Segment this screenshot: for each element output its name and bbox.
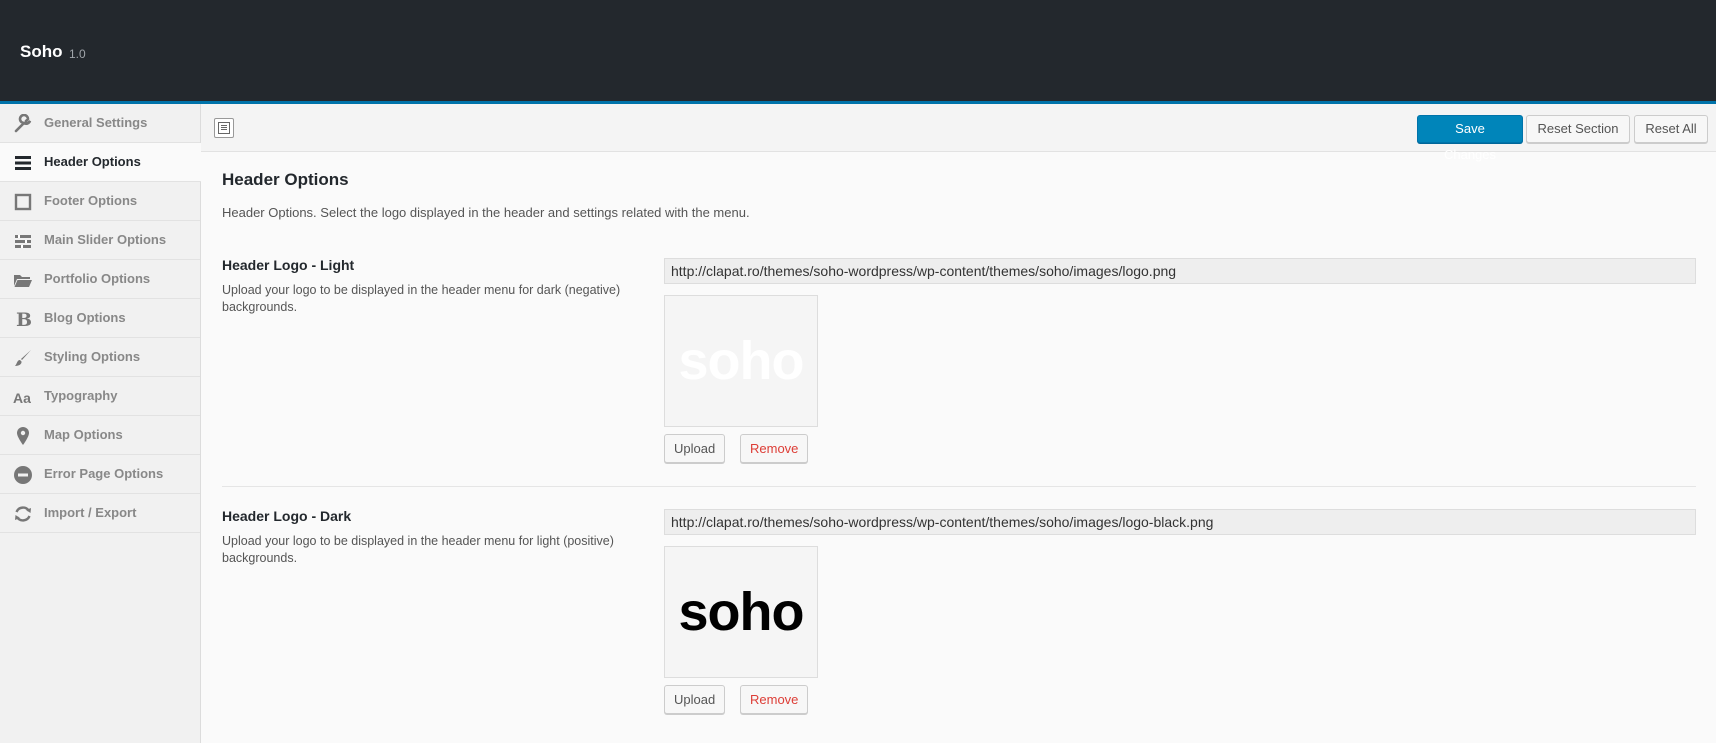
logo-light-description: Upload your logo to be displayed in the … [222, 283, 621, 314]
logo-light-upload-button[interactable]: Upload [664, 434, 726, 463]
options-panel: Save Changes Reset Section Reset All Hea… [201, 104, 1716, 743]
sidebar-item-label: General Settings [44, 115, 148, 130]
slider-icon [13, 231, 33, 251]
wrench-icon [13, 114, 33, 134]
logo-light-preview: soho [664, 295, 818, 427]
logo-dark-preview: soho [664, 546, 818, 678]
brush-icon [13, 348, 33, 368]
sidebar-item-label: Portfolio Options [44, 271, 151, 286]
sidebar-item-typography[interactable]: Aa Typography [0, 377, 200, 416]
sidebar-item-label: Map Options [44, 427, 123, 442]
sidebar-item-label: Footer Options [44, 193, 138, 208]
bold-b-icon: B [13, 309, 33, 329]
theme-version: 1.0 [69, 47, 86, 61]
sidebar-item-footer-options[interactable]: Footer Options [0, 182, 200, 221]
expand-options-button[interactable] [214, 118, 234, 138]
expand-icon [218, 122, 230, 134]
field-divider [222, 486, 1696, 487]
sidebar-item-styling-options[interactable]: Styling Options [0, 338, 200, 377]
logo-light-remove-button[interactable]: Remove [740, 434, 809, 463]
admin-topbar: Soho 1.0 [0, 0, 1716, 104]
options-toolbar: Save Changes Reset Section Reset All [201, 104, 1716, 162]
sidebar-item-header-options[interactable]: Header Options [0, 143, 201, 182]
sidebar-item-general-settings[interactable]: General Settings [0, 104, 200, 143]
theme-title: Soho [20, 42, 63, 61]
save-changes-button[interactable]: Save Changes [1417, 115, 1523, 162]
sidebar-item-main-slider-options[interactable]: Main Slider Options [0, 221, 200, 260]
logo-dark-description: Upload your logo to be displayed in the … [222, 534, 614, 565]
map-pin-icon [13, 426, 33, 446]
folder-icon [13, 270, 33, 290]
minus-circle-icon [13, 465, 33, 485]
logo-dark-remove-button[interactable]: Remove [740, 685, 809, 714]
sidebar-item-label: Typography [44, 388, 118, 403]
logo-light-label: Header Logo - Light [222, 257, 355, 273]
sidebar-item-label: Error Page Options [44, 466, 164, 481]
sidebar-item-map-options[interactable]: Map Options [0, 416, 200, 455]
svg-text:Aa: Aa [13, 390, 31, 406]
sidebar-item-import-export[interactable]: Import / Export [0, 494, 200, 533]
sidebar-item-label: Main Slider Options [44, 232, 167, 247]
refresh-icon [13, 504, 33, 524]
sidebar-item-blog-options[interactable]: B Blog Options [0, 299, 200, 338]
section-description: Header Options. Select the logo displaye… [222, 205, 750, 220]
sidebar-item-label: Header Options [44, 154, 141, 169]
sidebar-item-portfolio-options[interactable]: Portfolio Options [0, 260, 200, 299]
logo-dark-label: Header Logo - Dark [222, 508, 352, 524]
sidebar-item-label: Styling Options [44, 349, 141, 364]
sidebar-item-label: Import / Export [44, 505, 137, 520]
menu-icon [13, 153, 33, 173]
options-sidebar: General Settings Header Options Footer O… [0, 104, 201, 743]
logo-dark-upload-button[interactable]: Upload [664, 685, 726, 714]
svg-text:B: B [16, 309, 32, 329]
sidebar-item-error-page-options[interactable]: Error Page Options [0, 455, 200, 494]
logo-light-url-input[interactable] [664, 258, 1696, 284]
square-icon [13, 192, 33, 212]
reset-all-button[interactable]: Reset All [1634, 115, 1708, 143]
reset-section-button[interactable]: Reset Section [1526, 115, 1630, 143]
section-title: Header Options [222, 170, 349, 189]
logo-dark-url-input[interactable] [664, 509, 1696, 535]
sidebar-item-label: Blog Options [44, 310, 126, 325]
font-aa-icon: Aa [13, 387, 33, 407]
